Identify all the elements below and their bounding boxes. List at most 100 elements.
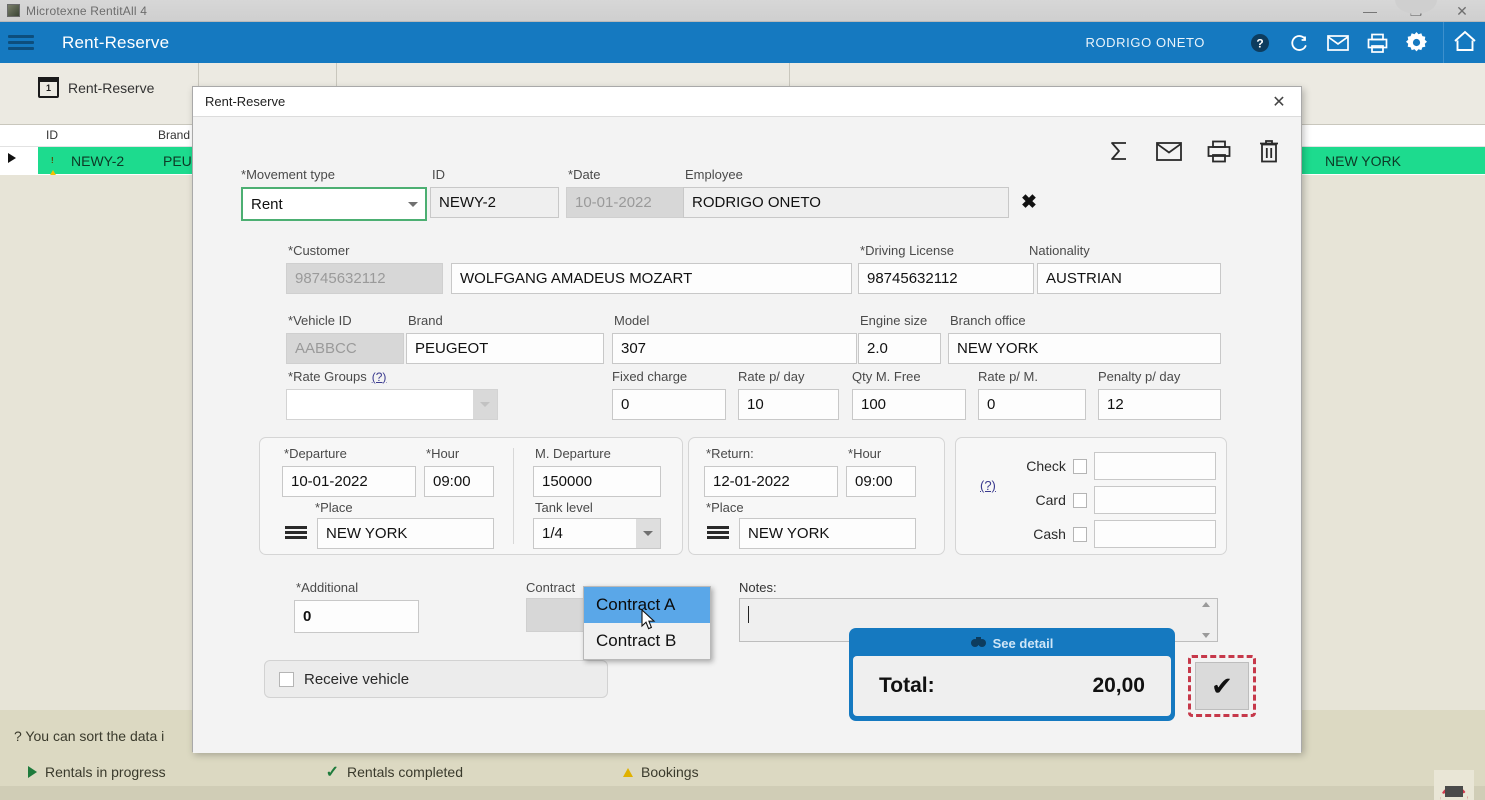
gear-icon[interactable] — [1405, 32, 1427, 54]
notes-scrollbar[interactable] — [1198, 602, 1214, 638]
legend-label-completed: Rentals completed — [347, 764, 463, 780]
fixed-charge-value: 0 — [621, 396, 630, 413]
sum-icon[interactable] — [1105, 137, 1133, 165]
scroll-up-icon[interactable] — [1202, 602, 1210, 607]
penalty-value: 12 — [1107, 396, 1124, 413]
branch-office-field[interactable]: NEW YORK — [948, 333, 1221, 364]
return-date-field[interactable]: 12-01-2022 — [704, 466, 838, 497]
clear-employee-button[interactable]: ✖ — [1016, 187, 1042, 218]
dialog-titlebar: Rent-Reserve ✕ — [193, 87, 1301, 117]
mail-icon[interactable] — [1155, 137, 1183, 165]
check-label: Check — [1026, 458, 1066, 474]
vehicle-id-label: Vehicle ID — [288, 313, 352, 328]
engine-size-label: Engine size — [860, 313, 928, 328]
scroll-down-icon[interactable] — [1202, 633, 1210, 638]
branch-office-value: NEW YORK — [957, 340, 1039, 357]
print-icon[interactable] — [1205, 137, 1233, 165]
cash-amount-field[interactable] — [1094, 520, 1216, 548]
trash-icon[interactable] — [1255, 137, 1283, 165]
panel-inner-divider — [513, 448, 514, 544]
card-checkbox[interactable] — [1072, 492, 1088, 508]
receive-vehicle-checkbox-row[interactable]: Receive vehicle — [264, 660, 608, 698]
text-cursor — [748, 606, 749, 623]
rate-groups-select[interactable] — [286, 389, 498, 420]
movement-type-select[interactable]: Rent — [241, 187, 427, 221]
close-button[interactable]: ✕ — [1439, 0, 1485, 22]
confirm-button[interactable]: ✔ — [1188, 655, 1256, 717]
penalty-field[interactable]: 12 — [1098, 389, 1221, 420]
nationality-field[interactable]: AUSTRIAN — [1037, 263, 1221, 294]
return-hour-field[interactable]: 09:00 — [846, 466, 916, 497]
return-place-field[interactable]: NEW YORK — [739, 518, 916, 549]
fixed-charge-label: Fixed charge — [612, 369, 688, 384]
see-detail-label: See detail — [992, 635, 1054, 651]
tab-rent-reserve-label: Rent-Reserve — [68, 79, 155, 96]
departure-place-field[interactable]: NEW YORK — [317, 518, 494, 549]
total-value: 20,00 — [1092, 674, 1145, 697]
dialog-close-button[interactable]: ✕ — [1261, 88, 1297, 116]
departure-date-label: Departure — [284, 446, 347, 461]
rate-groups-help-icon[interactable]: (?) — [372, 370, 387, 384]
payment-row-check: Check — [1016, 452, 1216, 480]
customer-name-field[interactable]: WOLFGANG AMADEUS MOZART — [451, 263, 852, 294]
app-icon — [7, 4, 20, 17]
branch-office-label: Branch office — [950, 313, 1026, 328]
tab-rent-reserve[interactable]: Rent-Reserve — [38, 77, 154, 98]
id-label: ID — [432, 167, 445, 182]
play-triangle-icon — [28, 766, 37, 778]
home-icon — [1453, 30, 1477, 55]
driving-license-field[interactable]: 98745632112 — [858, 263, 1034, 294]
card-amount-field[interactable] — [1094, 486, 1216, 514]
qty-free-field[interactable]: 100 — [852, 389, 966, 420]
stamp-base-icon — [1445, 786, 1463, 797]
minimize-button[interactable]: — — [1347, 0, 1393, 22]
card-label: Card — [1035, 492, 1066, 508]
brand-value: PEUGEOT — [415, 340, 489, 357]
departure-panel: Departure 10-01-2022 Hour 09:00 Place NE… — [259, 437, 683, 555]
id-field[interactable]: NEWY-2 — [430, 187, 559, 218]
print-icon[interactable] — [1366, 32, 1388, 54]
rate-per-day-field[interactable]: 10 — [738, 389, 839, 420]
m-departure-value: 150000 — [542, 473, 593, 490]
departure-hour-field[interactable]: 09:00 — [424, 466, 494, 497]
grid-header-brand: Brand — [158, 128, 191, 142]
fixed-charge-field[interactable]: 0 — [612, 389, 726, 420]
mouse-cursor — [641, 608, 656, 634]
engine-size-field[interactable]: 2.0 — [858, 333, 941, 364]
legend-item-in-progress: Rentals in progress — [28, 762, 166, 782]
receive-vehicle-label: Receive vehicle — [304, 670, 410, 688]
tank-level-select[interactable]: 1/4 — [533, 518, 661, 549]
check-amount-field[interactable] — [1094, 452, 1216, 480]
cash-label: Cash — [1033, 526, 1066, 542]
refresh-icon[interactable] — [1288, 32, 1310, 54]
departure-place-list-icon[interactable] — [285, 526, 307, 539]
return-place-value: NEW YORK — [748, 525, 830, 542]
home-button[interactable] — [1443, 22, 1485, 63]
m-departure-field[interactable]: 150000 — [533, 466, 661, 497]
additional-field[interactable]: 0 — [294, 600, 419, 633]
legend-label-bookings: Bookings — [640, 764, 699, 780]
payment-help-icon[interactable]: (?) — [980, 478, 996, 493]
mail-icon[interactable] — [1327, 32, 1349, 54]
tank-level-label: Tank level — [535, 500, 593, 515]
help-icon[interactable]: ? — [1249, 32, 1271, 54]
departure-date-field[interactable]: 10-01-2022 — [282, 466, 416, 497]
customer-id-field: 98745632112 — [286, 263, 443, 294]
menu-hamburger-icon[interactable] — [8, 35, 34, 50]
employee-value: RODRIGO ONETO — [692, 194, 821, 211]
total-see-detail-button[interactable]: See detail Total: 20,00 — [849, 628, 1175, 721]
see-detail-row[interactable]: See detail — [853, 632, 1171, 654]
check-checkbox[interactable] — [1072, 458, 1088, 474]
return-date-value: 12-01-2022 — [713, 473, 790, 490]
return-hour-value: 09:00 — [855, 473, 893, 490]
brand-field[interactable]: PEUGEOT — [406, 333, 604, 364]
receive-vehicle-checkbox[interactable] — [279, 671, 294, 687]
payment-panel: (?) Check Card Cash — [955, 437, 1227, 555]
current-user-label: RODRIGO ONETO — [1085, 35, 1205, 50]
cash-checkbox[interactable] — [1072, 526, 1088, 542]
rate-per-m-field[interactable]: 0 — [978, 389, 1086, 420]
window-titlebar: Microtexne RentitAll 4 — ❐ ✕ — [0, 0, 1485, 22]
model-field[interactable]: 307 — [612, 333, 857, 364]
employee-field[interactable]: RODRIGO ONETO — [683, 187, 1009, 218]
return-place-list-icon[interactable] — [707, 526, 729, 539]
